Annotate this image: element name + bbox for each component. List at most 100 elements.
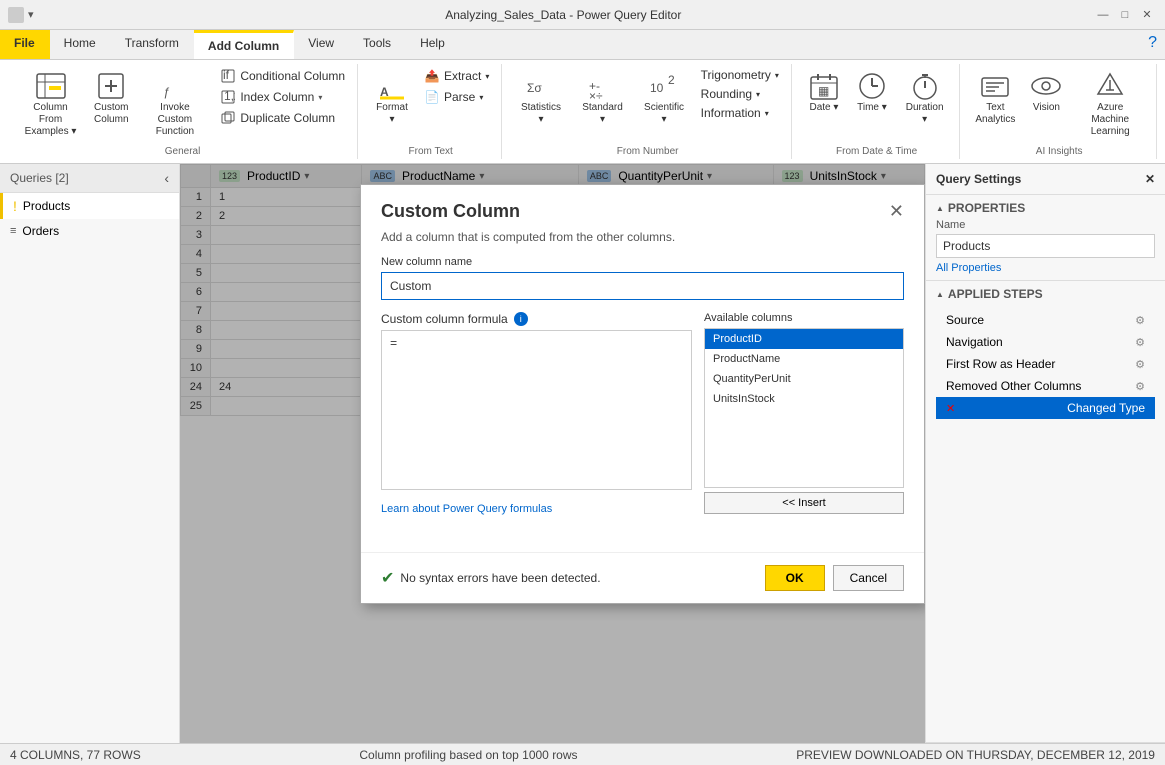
- all-properties-link[interactable]: All Properties: [936, 262, 1155, 274]
- avail-item-productid[interactable]: ProductID: [705, 329, 903, 349]
- ribbon-group-from-datetime: ▦ Date ▾ Time ▾ Duration ▾ From: [794, 64, 960, 159]
- azure-ml-button[interactable]: Azure MachineLearning: [1072, 66, 1148, 142]
- learn-link[interactable]: Learn about Power Query formulas: [381, 503, 552, 515]
- format-label: Format ▾: [374, 102, 410, 126]
- step-first-row[interactable]: First Row as Header ⚙: [936, 353, 1155, 375]
- content-area: 123 ProductID ▾ ABC ProductName ▾: [180, 164, 925, 743]
- conditional-column-button[interactable]: if Conditional Column: [216, 66, 349, 86]
- custom-column-label: CustomColumn: [94, 102, 128, 126]
- standard-label: Standard ▾: [580, 102, 626, 126]
- cancel-button[interactable]: Cancel: [833, 565, 904, 591]
- step-source[interactable]: Source ⚙: [936, 309, 1155, 331]
- tab-tools[interactable]: Tools: [349, 30, 406, 59]
- custom-column-button[interactable]: CustomColumn: [89, 66, 133, 130]
- column-from-examples-button[interactable]: Column FromExamples ▾: [16, 66, 85, 142]
- ribbon-group-ai-insights: TextAnalytics Vision Azure MachineLearni…: [962, 64, 1157, 159]
- time-button[interactable]: Time ▾: [850, 66, 894, 118]
- tab-home[interactable]: Home: [50, 30, 111, 59]
- duplicate-column-button[interactable]: Duplicate Column: [216, 108, 349, 128]
- sidebar-collapse-button[interactable]: ‹: [164, 170, 169, 186]
- tab-help[interactable]: Help: [406, 30, 460, 59]
- date-icon: ▦: [808, 70, 840, 102]
- close-button[interactable]: ✕: [1137, 5, 1157, 25]
- parse-button[interactable]: 📄 Parse ▾: [420, 87, 493, 107]
- format-button[interactable]: A Format ▾: [368, 66, 416, 130]
- avail-item-unitsinstock[interactable]: UnitsInStock: [705, 389, 903, 409]
- custom-column-icon: [95, 70, 127, 102]
- applied-steps-list: Source ⚙ Navigation ⚙ First Row as Heade…: [936, 305, 1155, 423]
- query-settings-title: Query Settings: [936, 172, 1021, 186]
- svg-text:if: if: [223, 69, 230, 82]
- step-removed-other-cols[interactable]: Removed Other Columns ⚙: [936, 375, 1155, 397]
- invoke-custom-function-button[interactable]: ƒ Invoke CustomFunction: [138, 66, 213, 142]
- available-columns-list: ProductID ProductName QuantityPerUnit Un…: [704, 328, 904, 488]
- new-column-name-input[interactable]: [381, 272, 904, 300]
- step-changed-type[interactable]: ✕ Changed Type: [936, 397, 1155, 419]
- query-name-input[interactable]: [936, 234, 1155, 258]
- statistics-label: Statistics ▾: [518, 102, 563, 126]
- vision-button[interactable]: Vision: [1024, 66, 1068, 118]
- formula-info-icon[interactable]: i: [514, 312, 528, 326]
- column-from-examples-icon: [35, 70, 67, 102]
- invoke-custom-function-label: Invoke CustomFunction: [144, 102, 207, 138]
- custom-column-modal: Custom Column ✕ Add a column that is com…: [360, 184, 925, 604]
- step-navigation-gear[interactable]: ⚙: [1135, 336, 1145, 349]
- no-errors-text: No syntax errors have been detected.: [400, 571, 600, 585]
- tab-file[interactable]: File: [0, 30, 50, 59]
- step-removed-other-cols-gear[interactable]: ⚙: [1135, 380, 1145, 393]
- duration-button[interactable]: Duration ▾: [898, 66, 951, 130]
- date-label: Date ▾: [809, 102, 838, 114]
- step-changed-type-x[interactable]: ✕: [946, 402, 955, 415]
- tab-add-column[interactable]: Add Column: [194, 30, 294, 59]
- tab-transform[interactable]: Transform: [111, 30, 194, 59]
- text-analytics-button[interactable]: TextAnalytics: [970, 66, 1020, 130]
- modal-actions: OK Cancel: [765, 565, 904, 591]
- from-number-label: From Number: [617, 142, 679, 157]
- applied-steps-title: APPLIED STEPS: [936, 287, 1155, 301]
- index-column-button[interactable]: 1,2 Index Column ▾: [216, 87, 349, 107]
- svg-text:2: 2: [668, 73, 675, 87]
- insert-button[interactable]: << Insert: [704, 492, 904, 514]
- avail-item-productname[interactable]: ProductName: [705, 349, 903, 369]
- maximize-button[interactable]: □: [1115, 5, 1135, 25]
- standard-icon: +-×÷: [587, 70, 619, 102]
- standard-button[interactable]: +-×÷ Standard ▾: [574, 66, 632, 130]
- no-errors-message: ✔ No syntax errors have been detected.: [381, 568, 601, 588]
- from-text-items: A Format ▾ 📤 Extract ▾ 📄 Parse ▾: [368, 66, 493, 142]
- rounding-button[interactable]: Rounding ▾: [697, 85, 783, 103]
- svg-text:Σσ: Σσ: [527, 81, 542, 95]
- index-column-icon: 1,2: [220, 89, 236, 105]
- step-first-row-gear[interactable]: ⚙: [1135, 358, 1145, 371]
- modal-close-button[interactable]: ✕: [889, 201, 904, 222]
- tab-view[interactable]: View: [294, 30, 349, 59]
- ok-button[interactable]: OK: [765, 565, 825, 591]
- name-label: Name: [936, 219, 1155, 231]
- table-icon: ≡: [10, 225, 16, 237]
- title-controls: — □ ✕: [1093, 5, 1157, 25]
- avail-item-quantityperunit[interactable]: QuantityPerUnit: [705, 369, 903, 389]
- from-datetime-label: From Date & Time: [836, 142, 917, 157]
- scientific-icon: 102: [648, 70, 680, 102]
- statistics-button[interactable]: Σσ Statistics ▾: [512, 66, 569, 130]
- general-items: Column FromExamples ▾ CustomColumn ƒ Inv…: [16, 66, 349, 142]
- sidebar-item-products[interactable]: ! Products: [0, 193, 179, 219]
- query-settings-close-button[interactable]: ✕: [1145, 172, 1155, 186]
- step-navigation[interactable]: Navigation ⚙: [936, 331, 1155, 353]
- status-columns-rows: 4 COLUMNS, 77 ROWS: [10, 748, 141, 762]
- help-icon[interactable]: ?: [1140, 30, 1165, 59]
- date-button[interactable]: ▦ Date ▾: [802, 66, 846, 118]
- trigonometry-button[interactable]: Trigonometry ▾: [697, 66, 783, 84]
- svg-text:×÷: ×÷: [589, 89, 603, 102]
- main-layout: Queries [2] ‹ ! Products ≡ Orders 123: [0, 164, 1165, 743]
- minimize-button[interactable]: —: [1093, 5, 1113, 25]
- ribbon-group-from-number: Σσ Statistics ▾ +-×÷ Standard ▾ 102 Scie…: [504, 64, 792, 159]
- information-button[interactable]: Information ▾: [697, 104, 783, 122]
- extract-button[interactable]: 📤 Extract ▾: [420, 66, 493, 86]
- sidebar-item-orders[interactable]: ≡ Orders: [0, 219, 179, 243]
- step-changed-type-label: Changed Type: [1067, 401, 1145, 415]
- from-number-small: Trigonometry ▾ Rounding ▾ Information ▾: [697, 66, 783, 122]
- step-source-gear[interactable]: ⚙: [1135, 314, 1145, 327]
- scientific-button[interactable]: 102 Scientific ▾: [635, 66, 692, 130]
- formula-textarea[interactable]: =: [381, 330, 692, 490]
- status-bar: 4 COLUMNS, 77 ROWS Column profiling base…: [0, 743, 1165, 765]
